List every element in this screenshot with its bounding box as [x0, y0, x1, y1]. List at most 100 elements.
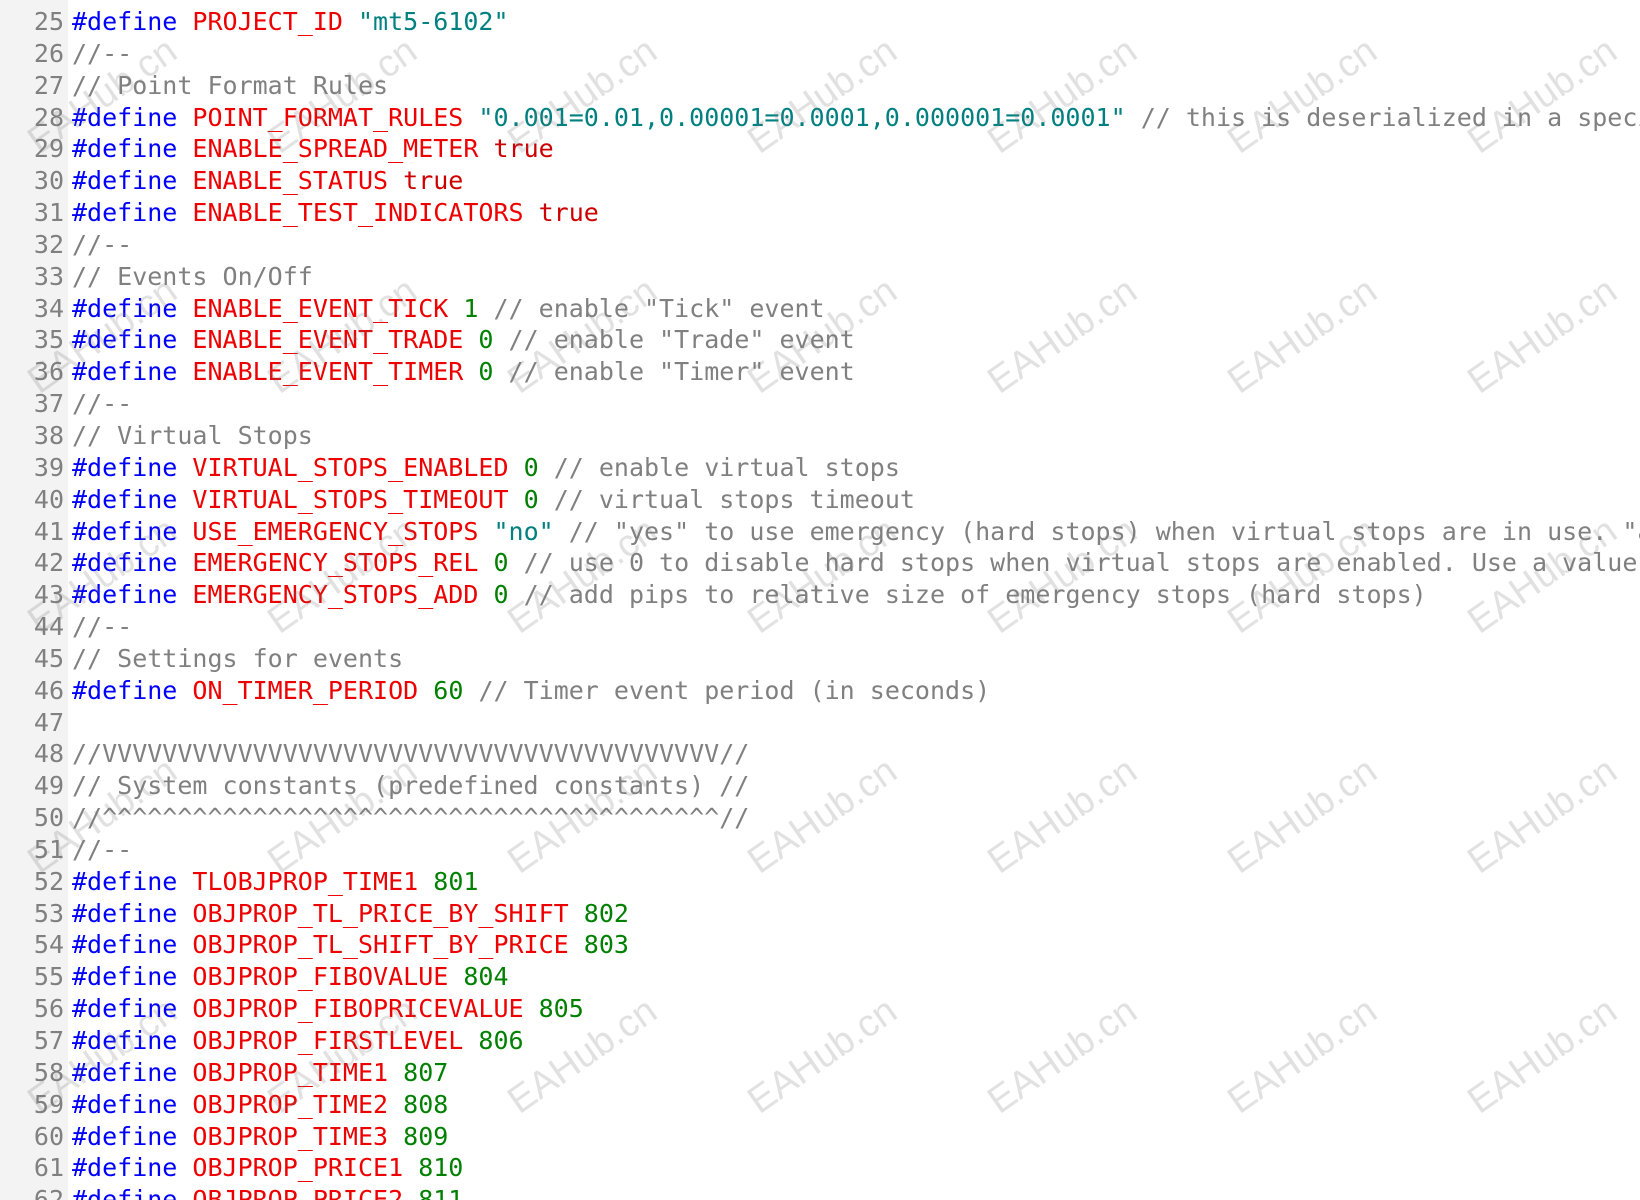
code-line[interactable]: 54 #define OBJPROP_TL_SHIFT_BY_PRICE 803 — [0, 929, 1640, 961]
token-string: "no" — [493, 516, 554, 546]
code-line[interactable]: 36 #define ENABLE_EVENT_TIMER 0 // enable… — [0, 356, 1640, 388]
code-line[interactable]: 34 #define ENABLE_EVENT_TICK 1 // enable … — [0, 293, 1640, 325]
token-macro: OBJPROP_TL_PRICE_BY_SHIFT — [192, 898, 569, 928]
token-comment: //-- — [72, 229, 133, 259]
code-line[interactable]: 44 //-- — [0, 611, 1640, 643]
token-comment: // use 0 to disable hard stops when virt… — [523, 548, 1638, 578]
code-line[interactable]: 56 #define OBJPROP_FIBOPRICEVALUE 805 — [0, 993, 1640, 1025]
code-line[interactable]: 27 // Point Format Rules — [0, 70, 1640, 102]
line-content: #define EMERGENCY_STOPS_REL 0 // use 0 t… — [72, 547, 1637, 579]
code-line[interactable]: 60 #define OBJPROP_TIME3 809 — [0, 1121, 1640, 1153]
code-line[interactable]: 61 #define OBJPROP_PRICE1 810 — [0, 1152, 1640, 1184]
code-line[interactable]: 45 // Settings for events — [0, 643, 1640, 675]
line-number: 29 — [33, 134, 64, 164]
token-directive: #define — [72, 452, 178, 482]
line-number: 62 — [33, 1185, 64, 1200]
line-number: 37 — [33, 389, 64, 419]
code-line[interactable]: 26 //-- — [0, 38, 1640, 70]
code-line[interactable]: 59 #define OBJPROP_TIME2 808 — [0, 1089, 1640, 1121]
code-line[interactable]: 31 #define ENABLE_TEST_INDICATORS true — [0, 197, 1640, 229]
token-macro: EMERGENCY_STOPS_ADD — [192, 580, 479, 610]
line-content: //-- — [72, 834, 132, 866]
line-content: // Virtual Stops — [72, 420, 313, 452]
token-macro: ENABLE_SPREAD_METER — [192, 134, 479, 164]
token-comment: // enable "Tick" event — [493, 293, 825, 323]
token-number: 0 — [523, 484, 539, 514]
code-line[interactable]: 33 // Events On/Off — [0, 261, 1640, 293]
code-line[interactable]: 46 #define ON_TIMER_PERIOD 60 // Timer ev… — [0, 675, 1640, 707]
token-number: 0 — [478, 357, 494, 387]
code-line[interactable]: 32 //-- — [0, 229, 1640, 261]
token-number: 0 — [493, 548, 509, 578]
line-content: #define OBJPROP_PRICE1 810 — [72, 1152, 463, 1184]
code-line[interactable]: 35 #define ENABLE_EVENT_TRADE 0 // enable… — [0, 324, 1640, 356]
line-number: 61 — [33, 1153, 64, 1183]
code-line[interactable]: 41 #define USE_EMERGENCY_STOPS "no" // "y… — [0, 516, 1640, 548]
token-macro: ENABLE_EVENT_TICK — [192, 293, 449, 323]
token-string: "mt5-6102" — [358, 7, 509, 36]
token-directive: #define — [72, 325, 178, 355]
code-line[interactable]: 42 #define EMERGENCY_STOPS_REL 0 // use 0… — [0, 547, 1640, 579]
token-number: 1 — [463, 293, 479, 323]
code-line[interactable]: 48 //VVVVVVVVVVVVVVVVVVVVVVVVVVVVVVVVVVVV… — [0, 738, 1640, 770]
code-line[interactable]: 62 #define OBJPROP_PRICE2 811 — [0, 1184, 1640, 1200]
line-number: 40 — [33, 484, 64, 514]
code-line[interactable]: 55 #define OBJPROP_FIBOVALUE 804 — [0, 961, 1640, 993]
token-directive: #define — [72, 7, 178, 36]
line-number: 36 — [33, 357, 64, 387]
token-directive: #define — [72, 1153, 178, 1183]
line-number: 51 — [33, 834, 64, 864]
code-editor[interactable]: 25 #define PROJECT_ID "mt5-6102" 26 //-- 27 /… — [0, 0, 1640, 1200]
code-line[interactable]: 39 #define VIRTUAL_STOPS_ENABLED 0 // ena… — [0, 452, 1640, 484]
code-line[interactable]: 29 #define ENABLE_SPREAD_METER true — [0, 133, 1640, 165]
code-line[interactable]: 58 #define OBJPROP_TIME1 807 — [0, 1057, 1640, 1089]
line-content: #define ENABLE_EVENT_TIMER 0 // enable "… — [72, 356, 855, 388]
code-line[interactable]: 49 // System constants (predefined consta… — [0, 770, 1640, 802]
line-content: #define OBJPROP_FIRSTLEVEL 806 — [72, 1025, 524, 1057]
line-number: 56 — [33, 994, 64, 1024]
token-macro: USE_EMERGENCY_STOPS — [192, 516, 479, 546]
line-content: #define ENABLE_TEST_INDICATORS true — [72, 197, 599, 229]
code-line[interactable]: 25 #define PROJECT_ID "mt5-6102" — [0, 6, 1640, 38]
token-number: 801 — [433, 866, 479, 896]
code-line[interactable]: 52 #define TLOBJPROP_TIME1 801 — [0, 866, 1640, 898]
code-line[interactable]: 40 #define VIRTUAL_STOPS_TIMEOUT 0 // vir… — [0, 484, 1640, 516]
code-line[interactable]: 43 #define EMERGENCY_STOPS_ADD 0 // add p… — [0, 579, 1640, 611]
code-line[interactable]: 38 // Virtual Stops — [0, 420, 1640, 452]
code-line[interactable]: 57 #define OBJPROP_FIRSTLEVEL 806 — [0, 1025, 1640, 1057]
code-line[interactable]: 51 //-- — [0, 834, 1640, 866]
token-directive: #define — [72, 293, 178, 323]
code-lines: 25 #define PROJECT_ID "mt5-6102" 26 //-- 27 /… — [0, 6, 1640, 1200]
token-comment: // Events On/Off — [72, 261, 313, 291]
code-line[interactable]: 47 — [0, 707, 1640, 739]
token-comment: //-- — [72, 612, 133, 642]
code-line[interactable]: 50 //^^^^^^^^^^^^^^^^^^^^^^^^^^^^^^^^^^^^… — [0, 802, 1640, 834]
code-line[interactable]: 53 #define OBJPROP_TL_PRICE_BY_SHIFT 802 — [0, 898, 1640, 930]
token-directive: #define — [72, 166, 178, 196]
token-comment: //-- — [72, 38, 133, 68]
line-number: 47 — [33, 707, 64, 737]
token-macro: ENABLE_EVENT_TIMER — [192, 357, 464, 387]
line-number: 46 — [33, 675, 64, 705]
code-line[interactable]: 30 #define ENABLE_STATUS true — [0, 165, 1640, 197]
code-line[interactable]: 37 //-- — [0, 388, 1640, 420]
token-number: 810 — [418, 1153, 464, 1183]
code-line[interactable]: 28 #define POINT_FORMAT_RULES "0.001=0.01… — [0, 102, 1640, 134]
